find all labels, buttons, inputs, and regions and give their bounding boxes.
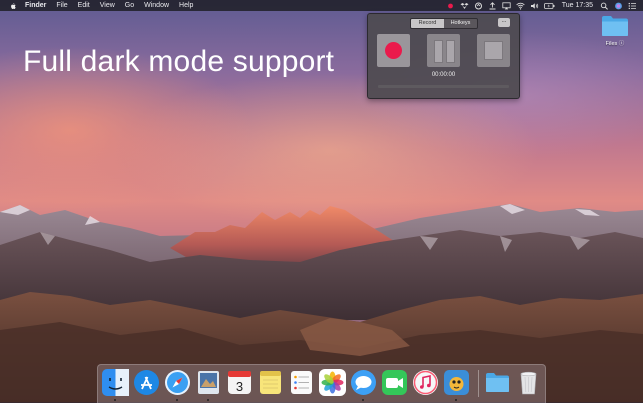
more-options-button[interactable]: ... (498, 18, 510, 27)
dock-separator (478, 370, 479, 397)
desktop-files-label: Files ⓘ (605, 41, 625, 47)
menu-bar-status-area: Tue 17:35 (446, 0, 637, 11)
preview-icon[interactable] (195, 369, 222, 401)
recording-timer: 00:00:00 (431, 72, 456, 78)
recorder-tab-switcher: Record Hotkeys (410, 18, 478, 29)
notification-center-icon[interactable] (628, 2, 637, 10)
folder-icon (602, 16, 628, 36)
tab-record[interactable]: Record (411, 19, 444, 28)
running-indicator (207, 399, 209, 401)
calendar-icon[interactable]: 3 (226, 369, 253, 396)
record-button[interactable] (377, 34, 410, 67)
safari-icon[interactable] (164, 369, 191, 401)
menu-view[interactable]: View (100, 0, 115, 11)
spotlight-search-icon[interactable] (600, 2, 609, 10)
menu-edit[interactable]: Edit (78, 0, 90, 11)
downloads-folder-icon[interactable] (484, 369, 511, 396)
upload-icon[interactable] (488, 1, 497, 10)
running-indicator (176, 399, 178, 401)
running-indicator (114, 399, 116, 401)
dropbox-icon[interactable] (460, 2, 469, 10)
airplay-icon[interactable] (502, 1, 511, 10)
running-indicator (455, 399, 457, 401)
screen-recorder-icon[interactable] (443, 369, 470, 401)
apple-menu-icon[interactable] (9, 2, 17, 10)
menu-app-name[interactable]: Finder (25, 0, 46, 11)
notes-icon[interactable] (257, 369, 284, 396)
pause-icon (434, 40, 443, 63)
screen-recorder-panel: Record Hotkeys ... 00:00:00 (367, 13, 520, 99)
app-store-icon[interactable] (133, 369, 160, 396)
wifi-icon[interactable] (516, 2, 525, 10)
recording-progress-bar (378, 85, 509, 88)
menu-help[interactable]: Help (179, 0, 193, 11)
finder-icon[interactable] (102, 369, 129, 401)
photos-icon[interactable] (319, 369, 346, 396)
running-indicator (362, 399, 364, 401)
facetime-icon[interactable] (381, 369, 408, 396)
itunes-icon[interactable] (412, 369, 439, 396)
siri-icon[interactable] (614, 2, 623, 10)
reminders-icon[interactable] (288, 369, 315, 396)
menu-bar: Finder File Edit View Go Window Help Tue… (0, 0, 643, 11)
messages-icon[interactable] (350, 369, 377, 401)
recording-indicator-icon[interactable] (446, 2, 455, 10)
trash-icon[interactable] (515, 369, 542, 396)
battery-icon[interactable] (543, 2, 555, 10)
menu-file[interactable]: File (56, 0, 67, 11)
stop-icon (484, 41, 503, 60)
menu-clock[interactable]: Tue 17:35 (562, 0, 593, 11)
headline-text: Full dark mode support (23, 45, 335, 78)
sync-icon[interactable] (474, 2, 483, 10)
pause-button[interactable] (427, 34, 460, 67)
stop-button[interactable] (477, 34, 510, 67)
svg-text:3: 3 (236, 379, 243, 394)
record-icon (385, 42, 402, 59)
menu-window[interactable]: Window (144, 0, 169, 11)
tab-hotkeys[interactable]: Hotkeys (444, 19, 477, 28)
volume-icon[interactable] (530, 2, 539, 10)
dock: 3 (97, 364, 546, 403)
desktop-files-folder[interactable]: Files ⓘ (598, 15, 632, 47)
menu-go[interactable]: Go (125, 0, 134, 11)
